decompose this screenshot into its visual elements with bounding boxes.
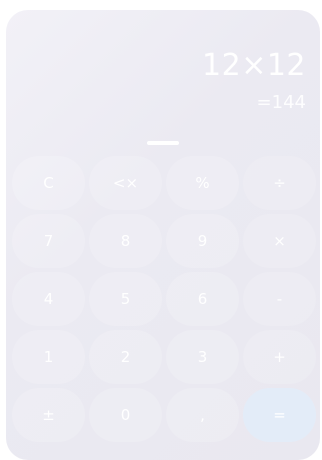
keypad-row-3: 4 5 6 - — [12, 272, 316, 326]
subtract-button[interactable]: - — [243, 272, 316, 326]
keypad-row-4: 1 2 3 + — [12, 330, 316, 384]
divide-button[interactable]: ÷ — [243, 156, 316, 210]
digit-9-button[interactable]: 9 — [166, 214, 239, 268]
equals-button[interactable]: = — [243, 388, 316, 442]
digit-1-button[interactable]: 1 — [12, 330, 85, 384]
keypad-row-1: C <× % ÷ — [12, 156, 316, 210]
calculator-panel: 12×12 =144 C <× % ÷ 7 8 9 × 4 5 6 - 1 2 … — [6, 10, 320, 460]
digit-5-button[interactable]: 5 — [89, 272, 162, 326]
digit-8-button[interactable]: 8 — [89, 214, 162, 268]
decimal-button[interactable]: , — [166, 388, 239, 442]
keypad-row-5: ± 0 , = — [12, 388, 316, 442]
expression-display: 12×12 — [202, 48, 306, 83]
backspace-button[interactable]: <× — [89, 156, 162, 210]
result-display: =144 — [256, 92, 306, 113]
keypad-row-2: 7 8 9 × — [12, 214, 316, 268]
keypad: C <× % ÷ 7 8 9 × 4 5 6 - 1 2 3 + ± 0 , = — [12, 156, 316, 446]
clear-button[interactable]: C — [12, 156, 85, 210]
sign-toggle-button[interactable]: ± — [12, 388, 85, 442]
digit-2-button[interactable]: 2 — [89, 330, 162, 384]
digit-3-button[interactable]: 3 — [166, 330, 239, 384]
percent-button[interactable]: % — [166, 156, 239, 210]
digit-6-button[interactable]: 6 — [166, 272, 239, 326]
digit-4-button[interactable]: 4 — [12, 272, 85, 326]
digit-0-button[interactable]: 0 — [89, 388, 162, 442]
multiply-button[interactable]: × — [243, 214, 316, 268]
drag-handle[interactable] — [147, 141, 179, 145]
add-button[interactable]: + — [243, 330, 316, 384]
digit-7-button[interactable]: 7 — [12, 214, 85, 268]
